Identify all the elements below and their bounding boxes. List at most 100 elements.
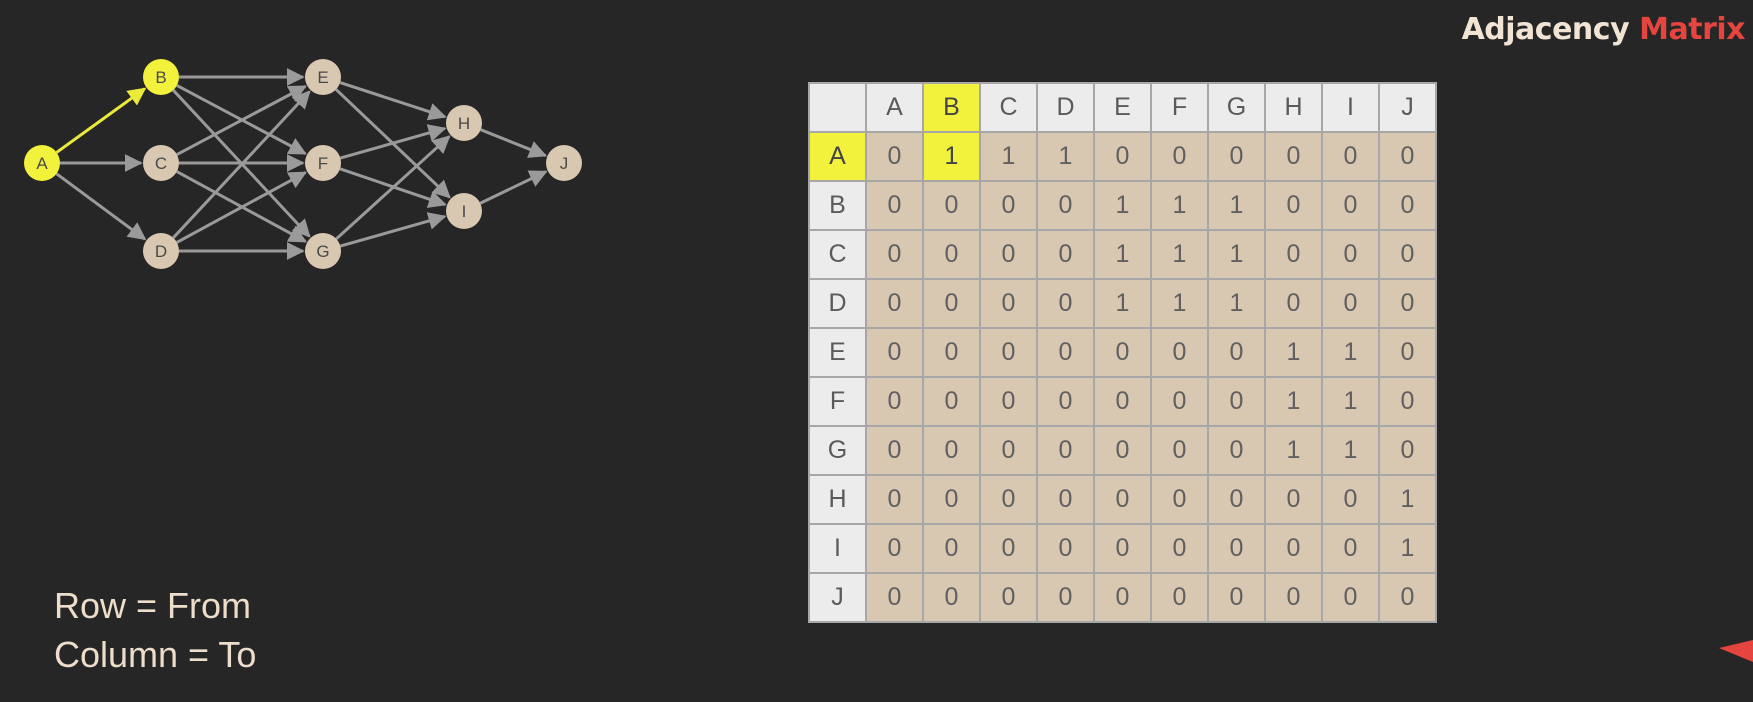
- matrix-cell-b-a: 0: [865, 180, 924, 231]
- matrix-cell-e-h: 1: [1264, 327, 1323, 378]
- node-g: G: [305, 233, 341, 269]
- title-word-adjacency: Adjacency: [1461, 12, 1630, 47]
- row-header-i: I: [808, 523, 867, 574]
- row-header-c: C: [808, 229, 867, 280]
- matrix-cell-i-c: 0: [979, 523, 1038, 574]
- node-a: A: [24, 145, 60, 181]
- node-d: D: [143, 233, 179, 269]
- matrix-cell-f-i: 1: [1321, 376, 1380, 427]
- matrix-cell-c-h: 0: [1264, 229, 1323, 280]
- matrix-cell-j-h: 0: [1264, 572, 1323, 623]
- matrix-cell-h-h: 0: [1264, 474, 1323, 525]
- legend-column-to: Column = To: [54, 634, 257, 675]
- pointer-cursor-icon: [1719, 640, 1753, 662]
- matrix-cell-b-c: 0: [979, 180, 1038, 231]
- matrix-cell-c-j: 0: [1378, 229, 1437, 280]
- edge-g-h: [335, 135, 451, 241]
- matrix-cell-h-b: 0: [922, 474, 981, 525]
- column-header-i: I: [1321, 82, 1380, 133]
- matrix-cell-d-b: 0: [922, 278, 981, 329]
- matrix-cell-b-g: 1: [1207, 180, 1266, 231]
- matrix-cell-a-e: 0: [1093, 131, 1152, 182]
- matrix-cell-h-d: 0: [1036, 474, 1095, 525]
- matrix-cell-e-b: 0: [922, 327, 981, 378]
- matrix-cell-j-d: 0: [1036, 572, 1095, 623]
- matrix-cell-e-f: 0: [1150, 327, 1209, 378]
- matrix-cell-c-b: 0: [922, 229, 981, 280]
- matrix-row-b: B0000111000: [808, 180, 1437, 231]
- matrix-cell-b-e: 1: [1093, 180, 1152, 231]
- matrix-cell-b-h: 0: [1264, 180, 1323, 231]
- node-label: H: [458, 114, 470, 133]
- matrix-cell-d-g: 1: [1207, 278, 1266, 329]
- matrix-cell-e-d: 0: [1036, 327, 1095, 378]
- matrix-cell-a-g: 0: [1207, 131, 1266, 182]
- matrix-row-j: J0000000000: [808, 572, 1437, 623]
- matrix-cell-d-e: 1: [1093, 278, 1152, 329]
- matrix-cell-d-h: 0: [1264, 278, 1323, 329]
- matrix-cell-i-f: 0: [1150, 523, 1209, 574]
- matrix-cell-h-c: 0: [979, 474, 1038, 525]
- node-label: J: [560, 154, 569, 173]
- matrix-cell-c-g: 1: [1207, 229, 1266, 280]
- node-j: J: [546, 145, 582, 181]
- adjacency-matrix-table: ABCDEFGHIJA0111000000B0000111000C0000111…: [808, 82, 1437, 623]
- matrix-cell-d-a: 0: [865, 278, 924, 329]
- matrix-row-d: D0000111000: [808, 278, 1437, 329]
- legend-row-from: Row = From: [54, 585, 252, 626]
- matrix-cell-g-a: 0: [865, 425, 924, 476]
- node-h: H: [446, 105, 482, 141]
- edge-a-b: [55, 87, 147, 154]
- matrix-cell-a-d: 1: [1036, 131, 1095, 182]
- matrix-cell-j-i: 0: [1321, 572, 1380, 623]
- title-word-matrix: Matrix: [1639, 12, 1745, 47]
- matrix-cell-f-g: 0: [1207, 376, 1266, 427]
- matrix-cell-i-d: 0: [1036, 523, 1095, 574]
- node-label: A: [36, 154, 48, 173]
- matrix-cell-e-g: 0: [1207, 327, 1266, 378]
- matrix-cell-g-i: 1: [1321, 425, 1380, 476]
- column-header-e: E: [1093, 82, 1152, 133]
- matrix-cell-h-f: 0: [1150, 474, 1209, 525]
- matrix-cell-g-e: 0: [1093, 425, 1152, 476]
- matrix-cell-d-d: 0: [1036, 278, 1095, 329]
- matrix-row-c: C0000111000: [808, 229, 1437, 280]
- matrix-cell-i-e: 0: [1093, 523, 1152, 574]
- matrix-cell-d-i: 0: [1321, 278, 1380, 329]
- matrix-cell-g-g: 0: [1207, 425, 1266, 476]
- matrix-cell-f-j: 0: [1378, 376, 1437, 427]
- matrix-cell-h-i: 0: [1321, 474, 1380, 525]
- node-e: E: [305, 59, 341, 95]
- matrix-cell-g-f: 0: [1150, 425, 1209, 476]
- matrix-cell-e-j: 0: [1378, 327, 1437, 378]
- matrix-cell-j-a: 0: [865, 572, 924, 623]
- matrix-cell-a-j: 0: [1378, 131, 1437, 182]
- matrix-cell-b-i: 0: [1321, 180, 1380, 231]
- node-c: C: [143, 145, 179, 181]
- matrix-cell-e-a: 0: [865, 327, 924, 378]
- matrix-row-g: G0000000110: [808, 425, 1437, 476]
- matrix-row-e: E0000000110: [808, 327, 1437, 378]
- node-i: I: [446, 193, 482, 229]
- matrix-cell-g-c: 0: [979, 425, 1038, 476]
- matrix-cell-a-h: 0: [1264, 131, 1323, 182]
- matrix-cell-j-f: 0: [1150, 572, 1209, 623]
- node-label: G: [316, 242, 329, 261]
- column-header-j: J: [1378, 82, 1437, 133]
- node-label: F: [318, 154, 328, 173]
- matrix-cell-j-e: 0: [1093, 572, 1152, 623]
- matrix-corner-cell: [808, 82, 867, 133]
- matrix-cell-f-b: 0: [922, 376, 981, 427]
- column-header-g: G: [1207, 82, 1266, 133]
- column-header-h: H: [1264, 82, 1323, 133]
- row-header-a: A: [808, 131, 867, 182]
- matrix-cell-g-h: 1: [1264, 425, 1323, 476]
- matrix-cell-c-a: 0: [865, 229, 924, 280]
- matrix-row-h: H0000000001: [808, 474, 1437, 525]
- node-label: D: [155, 242, 167, 261]
- matrix-cell-f-d: 0: [1036, 376, 1095, 427]
- row-header-f: F: [808, 376, 867, 427]
- matrix-cell-c-e: 1: [1093, 229, 1152, 280]
- matrix-cell-j-j: 0: [1378, 572, 1437, 623]
- matrix-cell-d-c: 0: [979, 278, 1038, 329]
